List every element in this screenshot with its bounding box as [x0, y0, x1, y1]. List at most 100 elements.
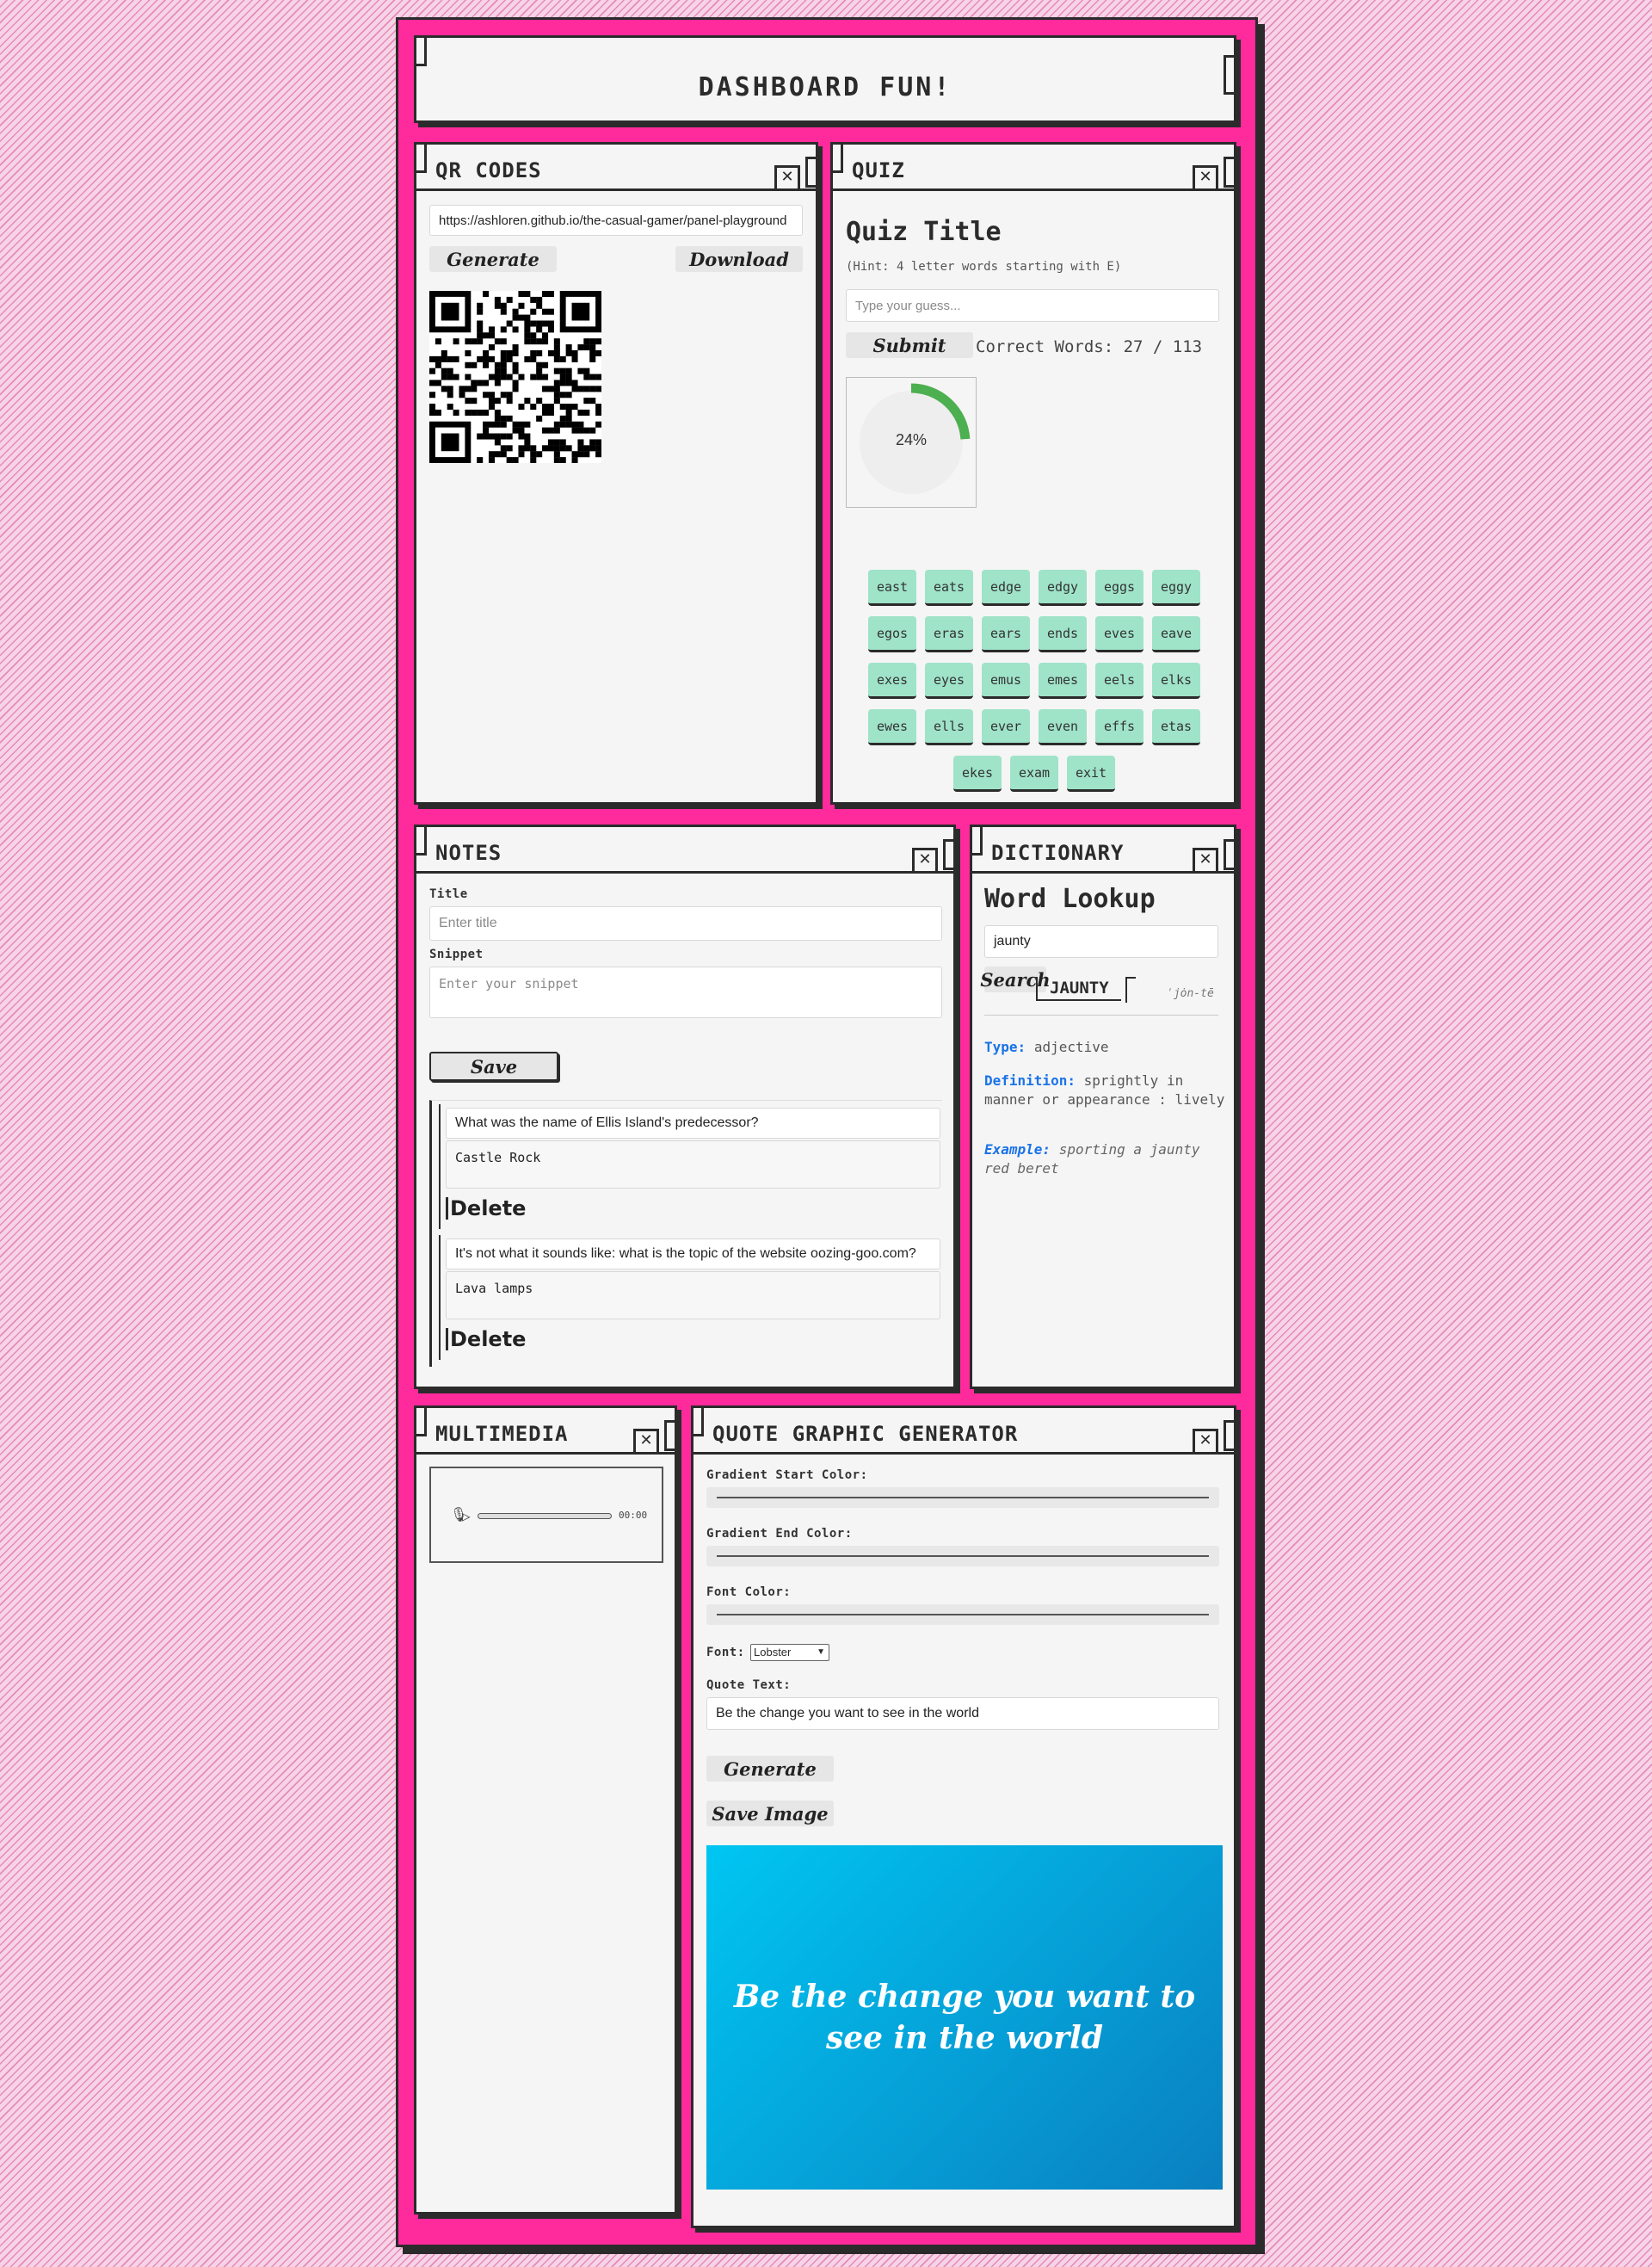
font-color-label: Font Color:: [706, 1585, 792, 1599]
panel-tab-left: [691, 1405, 704, 1436]
gradient-end-picker[interactable]: [706, 1546, 1219, 1566]
panel-header: QUOTE GRAPHIC GENERATOR ✕: [691, 1405, 1234, 1455]
close-button[interactable]: ✕: [1193, 165, 1218, 191]
gradient-start-picker[interactable]: [706, 1487, 1219, 1508]
dictionary-heading: Word Lookup: [984, 884, 1156, 914]
qr-download-button[interactable]: Download: [675, 246, 803, 272]
close-button[interactable]: ✕: [912, 848, 938, 874]
panel-title: QR CODES: [435, 158, 542, 182]
dictionary-search-input[interactable]: jaunty: [984, 925, 1218, 958]
notes-panel: NOTES ✕ Title Enter title Snippet Enter …: [414, 825, 956, 1389]
notes-snippet-textarea[interactable]: Enter your snippet: [429, 967, 942, 1018]
quiz-guess-input[interactable]: Type your guess...: [846, 289, 1219, 322]
notes-save-button[interactable]: Save: [429, 1052, 558, 1081]
qr-url-input[interactable]: https://ashloren.github.io/the-casual-ga…: [429, 205, 803, 236]
panel-tab-right: [1224, 839, 1236, 870]
quiz-word-chip: ever: [982, 709, 1030, 745]
quiz-panel: QUIZ ✕ Quiz Title (Hint: 4 letter words …: [830, 142, 1236, 805]
close-button[interactable]: ✕: [1193, 1429, 1218, 1455]
note-snippet-textarea[interactable]: Castle Rock: [446, 1140, 940, 1189]
quiz-word-chip: even: [1039, 709, 1087, 745]
close-button[interactable]: ✕: [1193, 848, 1218, 874]
audio-time: 00:00: [619, 1510, 648, 1521]
notes-title-label: Title: [429, 887, 468, 901]
panel-tab-right: [805, 157, 818, 188]
close-button[interactable]: ✕: [633, 1429, 659, 1455]
notes-title-input[interactable]: Enter title: [429, 906, 942, 941]
quote-preview-canvas: Be the change you want to see in the wor…: [706, 1845, 1223, 2190]
quiz-word-chip: eggs: [1095, 570, 1143, 606]
font-select[interactable]: Lobster ▼: [750, 1644, 829, 1661]
dictionary-panel: DICTIONARY ✕ Word Lookup jaunty Search J…: [970, 825, 1236, 1389]
dictionary-pronunciation: ˈjȯn-tē: [1167, 987, 1214, 1000]
quiz-progress-box: 24%: [846, 377, 977, 508]
note-snippet-textarea[interactable]: Lava lamps: [446, 1271, 940, 1319]
dictionary-definition-row: Definition: sprightly in manner or appea…: [984, 1072, 1225, 1109]
panel-tab-right: [943, 839, 956, 870]
save-image-button[interactable]: Save Image: [706, 1801, 834, 1826]
quiz-word-chip: eats: [925, 570, 973, 606]
note-delete-button[interactable]: Delete: [446, 1197, 526, 1220]
quiz-word-chip: eave: [1152, 616, 1200, 652]
panel-tab-left: [414, 35, 427, 66]
multimedia-panel: MULTIMEDIA ✕ 🎙 ▷ 00:00: [414, 1405, 677, 2214]
note-title-input[interactable]: What was the name of Ellis Island's pred…: [446, 1108, 940, 1139]
quote-text-input[interactable]: Be the change you want to see in the wor…: [706, 1697, 1219, 1730]
panel-tab-left: [970, 825, 983, 856]
quiz-word-chip: ears: [982, 616, 1030, 652]
gradient-start-label: Gradient Start Color:: [706, 1468, 868, 1482]
quiz-score-text: Correct Words: 27 / 113: [976, 337, 1203, 356]
qr-panel: QR CODES ✕ https://ashloren.github.io/th…: [414, 142, 818, 805]
notes-snippet-label: Snippet: [429, 948, 484, 961]
quiz-word-chip: exes: [868, 663, 916, 699]
quiz-word-chip: edge: [982, 570, 1030, 606]
panel-tab-right: [1224, 1420, 1236, 1451]
font-color-picker[interactable]: [706, 1604, 1219, 1625]
play-icon[interactable]: ▷: [462, 1508, 471, 1524]
panel-title: DICTIONARY: [991, 841, 1125, 865]
quote-text-label: Quote Text:: [706, 1678, 792, 1692]
quiz-word-chip: emes: [1039, 663, 1087, 699]
quiz-word-chip: east: [868, 570, 916, 606]
quiz-word-chip: emus: [982, 663, 1030, 699]
audio-seek-bar[interactable]: [478, 1513, 612, 1519]
dictionary-word: JAUNTY: [1036, 977, 1121, 1001]
quote-generate-button[interactable]: Generate: [706, 1756, 834, 1782]
panel-title: QUIZ: [852, 158, 905, 182]
panel-tab-right: [1224, 157, 1236, 188]
quote-panel: QUOTE GRAPHIC GENERATOR ✕ Gradient Start…: [691, 1405, 1236, 2228]
qr-code-image: [429, 291, 601, 463]
panel-title: MULTIMEDIA: [435, 1422, 569, 1446]
quiz-word-chip: ewes: [868, 709, 916, 745]
panel-title: NOTES: [435, 841, 502, 865]
note-card: What was the name of Ellis Island's pred…: [439, 1104, 945, 1229]
quiz-word-chip: egos: [868, 616, 916, 652]
panel-title: QUOTE GRAPHIC GENERATOR: [712, 1422, 1019, 1446]
dictionary-type-row: Type: adjective: [984, 1039, 1225, 1055]
panel-tab-left: [414, 142, 427, 173]
quiz-word-chip: effs: [1095, 709, 1143, 745]
panel-header: DICTIONARY ✕: [970, 825, 1234, 874]
note-delete-button[interactable]: Delete: [446, 1328, 526, 1350]
audio-player: 🎙 ▷ 00:00: [429, 1467, 663, 1563]
quiz-word-chip: eyes: [925, 663, 973, 699]
qr-generate-button[interactable]: Generate: [429, 246, 557, 272]
dashboard-board: DASHBOARD FUN! QR CODES ✕ https://ashlor…: [396, 17, 1258, 2247]
panel-header: NOTES ✕: [414, 825, 953, 874]
quiz-word-chip: elks: [1152, 663, 1200, 699]
quiz-submit-button[interactable]: Submit: [846, 332, 973, 358]
panel-header: QR CODES ✕: [414, 142, 816, 191]
quiz-word-chip: etas: [1152, 709, 1200, 745]
header-panel: DASHBOARD FUN!: [414, 35, 1236, 123]
chevron-down-icon: ▼: [817, 1647, 825, 1657]
quiz-word-chip: eels: [1095, 663, 1143, 699]
panel-tab-left: [830, 142, 843, 173]
panel-header: QUIZ ✕: [830, 142, 1234, 191]
dictionary-divider: [984, 1015, 1218, 1016]
quiz-word-chip: ells: [925, 709, 973, 745]
panel-tab-left: [414, 1405, 427, 1436]
dictionary-definition-label: Definition:: [984, 1072, 1076, 1089]
close-button[interactable]: ✕: [774, 165, 800, 191]
quiz-word-chip: eves: [1095, 616, 1143, 652]
note-title-input[interactable]: It's not what it sounds like: what is th…: [446, 1239, 940, 1269]
